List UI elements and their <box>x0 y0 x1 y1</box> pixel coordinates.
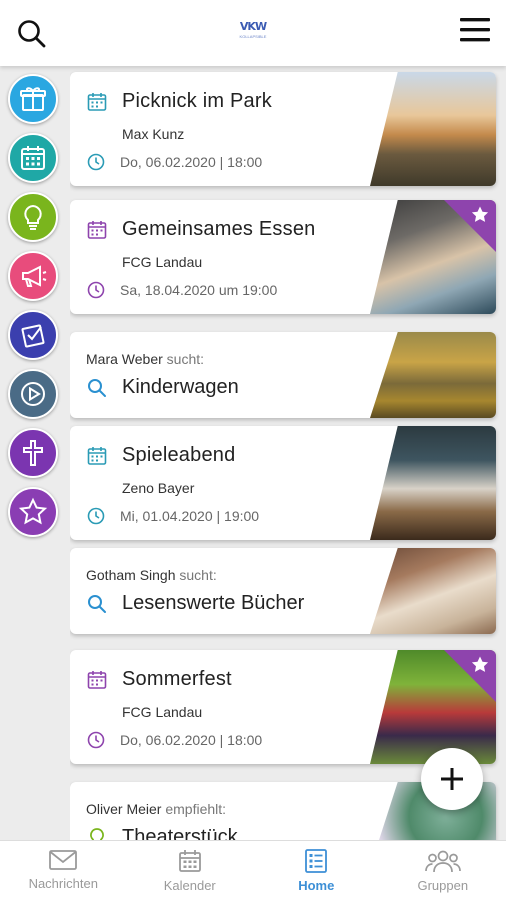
play-circle-icon <box>21 382 45 406</box>
event-title: Sommerfest <box>122 668 232 690</box>
star-icon <box>471 206 489 222</box>
seek-author: Gotham Singh sucht: <box>86 567 217 583</box>
top-app-bar: VKW KOLLAPSIBLE <box>0 0 506 66</box>
nav-groups-label: Gruppen <box>417 878 469 893</box>
event-organizer: Zeno Bayer <box>122 480 195 496</box>
plus-icon <box>441 768 463 790</box>
home-list-icon <box>305 849 328 873</box>
calendar-icon <box>21 146 45 170</box>
event-card[interactable]: Gemeinsames Essen FCG Landau Sa, 18.04.2… <box>70 200 496 314</box>
seek-verb: sucht: <box>179 567 217 583</box>
category-tasks-button[interactable] <box>8 310 58 360</box>
recommend-person: Oliver Meier <box>86 801 162 817</box>
seek-title: Lesenswerte Bücher <box>122 592 305 614</box>
nav-groups[interactable]: Gruppen <box>380 841 506 900</box>
clock-icon <box>87 281 105 299</box>
seek-title: Kinderwagen <box>122 376 239 398</box>
menu-button[interactable] <box>458 15 492 45</box>
star-icon <box>471 656 489 672</box>
category-idea-button[interactable] <box>8 192 58 242</box>
seek-person: Mara Weber <box>86 351 163 367</box>
event-date: Mi, 01.04.2020 | 19:00 <box>120 508 260 524</box>
gift-icon <box>20 87 46 111</box>
event-date: Sa, 18.04.2020 um 19:00 <box>120 282 278 298</box>
event-date: Do, 06.02.2020 | 18:00 <box>120 732 263 748</box>
seek-person: Gotham Singh <box>86 567 176 583</box>
category-sidebar <box>0 66 64 840</box>
seek-photo-stroller <box>370 332 496 418</box>
seek-verb: sucht: <box>166 351 205 367</box>
nav-home-label: Home <box>298 878 335 893</box>
nav-messages[interactable]: Nachrichten <box>0 841 127 900</box>
category-announcement-button[interactable] <box>8 251 58 301</box>
megaphone-icon <box>22 265 47 287</box>
seek-card[interactable]: Gotham Singh sucht: Lesenswerte Bücher <box>70 548 496 634</box>
seek-author: Mara Weber sucht: <box>86 351 204 367</box>
calendar-icon <box>87 670 107 689</box>
nav-calendar-label: Kalender <box>163 878 216 893</box>
event-date: Do, 06.02.2020 | 18:00 <box>120 154 263 170</box>
event-photo-picnic <box>370 72 496 186</box>
recommend-author: Oliver Meier empfiehlt: <box>86 801 226 817</box>
clock-icon <box>87 731 105 749</box>
clock-icon <box>87 153 105 171</box>
groups-icon <box>424 850 461 873</box>
clock-icon <box>87 507 105 525</box>
star-icon <box>18 497 48 525</box>
calendar-icon <box>87 446 107 465</box>
event-organizer: FCG Landau <box>122 704 203 720</box>
seek-photo-books <box>370 548 496 634</box>
calendar-icon <box>87 220 107 239</box>
search-icon <box>88 594 106 613</box>
seek-card[interactable]: Mara Weber sucht: Kinderwagen <box>70 332 496 418</box>
recommend-title: Theaterstück <box>122 826 238 840</box>
category-favorites-button[interactable] <box>8 487 58 537</box>
lightbulb-icon <box>90 827 104 840</box>
event-card[interactable]: Spieleabend Zeno Bayer Mi, 01.04.2020 | … <box>70 426 496 540</box>
category-faith-button[interactable] <box>8 428 58 478</box>
event-organizer: FCG Landau <box>122 254 203 270</box>
event-title: Picknick im Park <box>122 90 272 112</box>
recommend-verb: empfiehlt: <box>165 801 227 817</box>
lightbulb-icon <box>24 204 42 230</box>
category-calendar-button[interactable] <box>8 133 58 183</box>
calendar-icon <box>178 850 201 872</box>
mail-icon <box>49 850 78 870</box>
event-photo-chess <box>370 426 496 540</box>
checklist-icon <box>21 324 45 348</box>
event-card[interactable]: Sommerfest FCG Landau Do, 06.02.2020 | 1… <box>70 650 496 764</box>
search-icon <box>88 378 106 397</box>
event-organizer: Max Kunz <box>122 126 185 142</box>
nav-home[interactable]: Home <box>253 841 380 900</box>
category-gift-button[interactable] <box>8 74 58 124</box>
event-title: Gemeinsames Essen <box>122 218 316 240</box>
cross-icon <box>23 440 43 466</box>
app-logo: VKW KOLLAPSIBLE <box>239 20 268 39</box>
nav-messages-label: Nachrichten <box>28 876 98 891</box>
calendar-icon <box>87 92 107 111</box>
home-feed: Picknick im Park Max Kunz Do, 06.02.2020… <box>70 66 506 840</box>
event-title: Spieleabend <box>122 444 236 466</box>
search-icon <box>18 20 46 48</box>
event-card[interactable]: Picknick im Park Max Kunz Do, 06.02.2020… <box>70 72 496 186</box>
category-media-button[interactable] <box>8 369 58 419</box>
add-button[interactable] <box>421 748 483 810</box>
search-button[interactable] <box>14 16 50 52</box>
nav-calendar[interactable]: Kalender <box>127 841 254 900</box>
bottom-navigation: Nachrichten Kalender Home Gruppen <box>0 840 506 900</box>
hamburger-menu-icon <box>460 18 490 42</box>
